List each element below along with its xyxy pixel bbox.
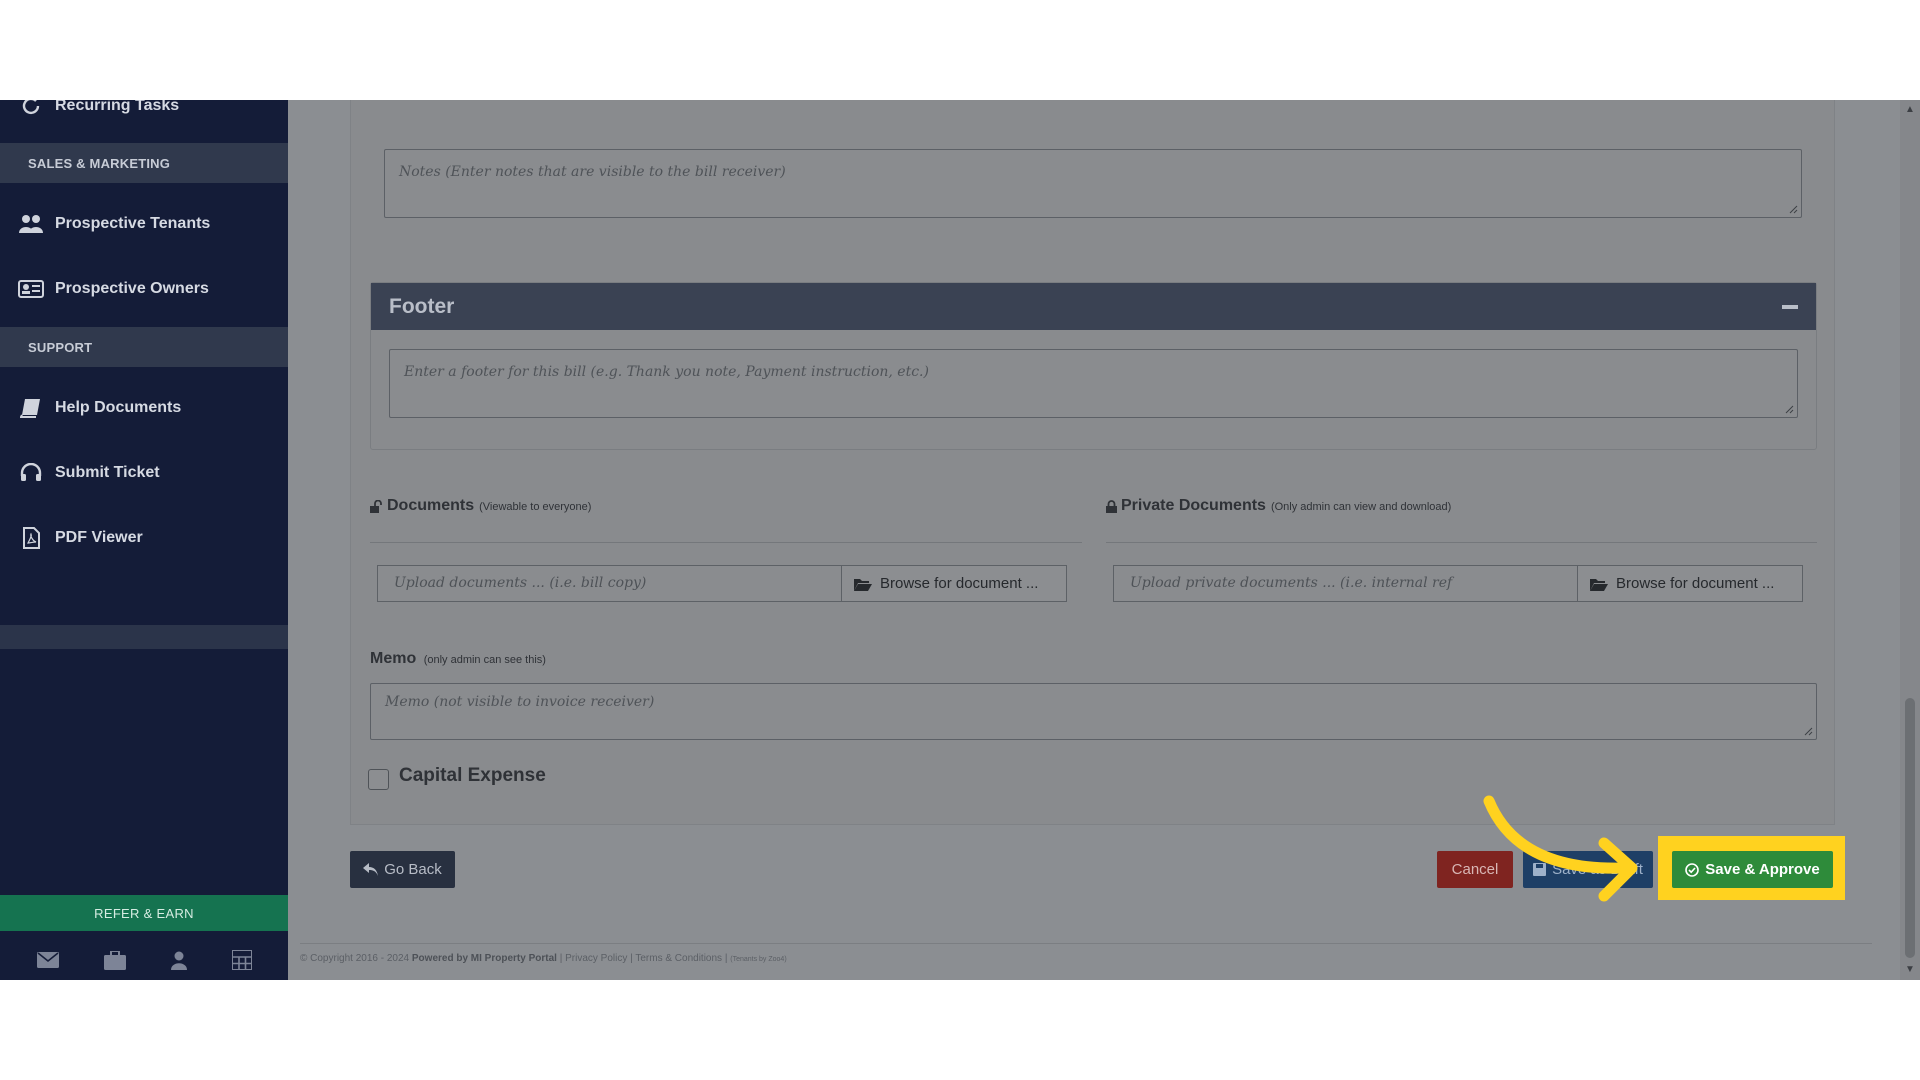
users-icon (18, 213, 44, 235)
briefcase-icon[interactable] (103, 950, 126, 970)
scrollbar-thumb[interactable] (1905, 698, 1915, 958)
sidebar-item-pdf-viewer[interactable]: PDF Viewer (0, 518, 288, 558)
sidebar-divider (0, 625, 288, 649)
recurring-icon (18, 100, 44, 117)
floppy-icon (1533, 863, 1547, 876)
go-back-button[interactable]: Go Back (350, 851, 455, 888)
go-back-label: Go Back (384, 861, 442, 878)
save-draft-label: Save as Draft (1552, 861, 1643, 878)
headset-icon (18, 462, 44, 484)
collapse-icon[interactable] (1782, 304, 1798, 309)
scroll-up-arrow-icon[interactable]: ▲ (1905, 104, 1915, 115)
user-icon[interactable] (170, 951, 187, 970)
sidebar-item-prospective-owners[interactable]: Prospective Owners (0, 269, 288, 309)
id-card-icon (18, 278, 44, 300)
documents-browse-button[interactable]: Browse for document ... (842, 565, 1067, 602)
unlock-icon (370, 499, 383, 513)
cancel-button[interactable]: Cancel (1437, 851, 1513, 888)
documents-note: (Viewable to everyone) (479, 501, 592, 513)
sidebar-bottom-toolbar (0, 940, 288, 980)
vertical-scrollbar[interactable]: ▲ ▼ (1900, 100, 1920, 980)
sidebar-item-recurring-tasks[interactable]: Recurring Tasks (0, 100, 288, 126)
memo-heading: Memo (only admin can see this) (370, 650, 546, 668)
divider (370, 542, 1082, 543)
sidebar-item-label: PDF Viewer (55, 529, 143, 546)
footer-card: Footer Enter a footer for this bill (e.g… (370, 282, 1817, 450)
footer-placeholder: Enter a footer for this bill (e.g. Thank… (404, 364, 929, 380)
sidebar-item-label: Recurring Tasks (55, 100, 180, 114)
browse-label: Browse for document ... (1616, 575, 1775, 592)
private-documents-heading: Private Documents (Only admin can view a… (1106, 497, 1451, 515)
copyright-text: © Copyright 2016 - 2024 (300, 953, 410, 964)
envelope-icon[interactable] (36, 952, 59, 968)
sidebar-item-label: Prospective Owners (55, 280, 209, 297)
resize-grip-icon[interactable] (1785, 405, 1794, 414)
pdf-file-icon (18, 527, 44, 549)
footer-textarea[interactable]: Enter a footer for this bill (e.g. Thank… (389, 349, 1798, 418)
capital-expense-checkbox[interactable] (368, 769, 389, 790)
sidebar: Recurring Tasks SALES & MARKETING Prospe… (0, 100, 288, 980)
divider (1106, 542, 1817, 543)
sidebar-item-label: Help Documents (55, 399, 182, 416)
save-approve-button[interactable]: Save & Approve (1672, 851, 1833, 888)
capital-expense-label: Capital Expense (399, 765, 546, 786)
documents-upload-input[interactable]: Upload documents ... (i.e. bill copy) (377, 565, 842, 602)
private-documents-title: Private Documents (1121, 497, 1266, 514)
terms-link[interactable]: Terms & Conditions (635, 953, 722, 964)
memo-placeholder: Memo (not visible to invoice receiver) (385, 694, 655, 710)
sidebar-item-label: Prospective Tenants (55, 215, 211, 232)
sidebar-item-help-documents[interactable]: Help Documents (0, 388, 288, 428)
resize-grip-icon[interactable] (1804, 727, 1813, 736)
main-content: Notes (Enter notes that are visible to t… (288, 100, 1900, 980)
save-approve-label: Save & Approve (1705, 861, 1820, 878)
lock-icon (1106, 499, 1117, 513)
documents-upload: Upload documents ... (i.e. bill copy) Br… (377, 565, 1067, 602)
refer-earn-button[interactable]: REFER & EARN (0, 895, 288, 931)
reply-arrow-icon (363, 863, 379, 876)
footer-divider (300, 943, 1872, 944)
privacy-policy-link[interactable]: Privacy Policy (565, 953, 627, 964)
sidebar-item-label: Submit Ticket (55, 464, 160, 481)
tenants-by-text: (Tenants by Zoo4) (730, 956, 787, 963)
private-documents-upload-input[interactable]: Upload private documents ... (i.e. inter… (1113, 565, 1578, 602)
powered-by-link[interactable]: Powered by MI Property Portal (412, 953, 557, 964)
private-documents-upload: Upload private documents ... (i.e. inter… (1113, 565, 1803, 602)
check-circle-icon (1685, 862, 1700, 877)
scroll-down-arrow-icon[interactable]: ▼ (1905, 964, 1915, 975)
sidebar-section-support: SUPPORT (0, 327, 288, 367)
memo-label: Memo (370, 650, 417, 667)
save-draft-button[interactable]: Save as Draft (1523, 851, 1653, 888)
notes-textarea[interactable]: Notes (Enter notes that are visible to t… (384, 149, 1802, 218)
sidebar-item-prospective-tenants[interactable]: Prospective Tenants (0, 204, 288, 244)
browse-label: Browse for document ... (880, 575, 1039, 592)
folder-open-icon (854, 578, 872, 591)
sidebar-item-submit-ticket[interactable]: Submit Ticket (0, 453, 288, 493)
sidebar-section-sales-marketing: SALES & MARKETING (0, 143, 288, 183)
memo-note: (only admin can see this) (423, 654, 546, 666)
footer-card-header[interactable]: Footer (371, 283, 1816, 330)
memo-textarea[interactable]: Memo (not visible to invoice receiver) (370, 683, 1817, 740)
resize-grip-icon[interactable] (1789, 205, 1798, 214)
documents-title: Documents (387, 497, 475, 514)
folder-open-icon (1590, 578, 1608, 591)
copyright-bar: © Copyright 2016 - 2024 Powered by MI Pr… (300, 953, 787, 964)
documents-heading: Documents (Viewable to everyone) (370, 497, 591, 515)
calculator-icon[interactable] (231, 950, 252, 970)
app-frame: Recurring Tasks SALES & MARKETING Prospe… (0, 100, 1920, 980)
private-documents-note: (Only admin can view and download) (1270, 501, 1452, 513)
private-documents-browse-button[interactable]: Browse for document ... (1578, 565, 1803, 602)
notes-placeholder: Notes (Enter notes that are visible to t… (399, 164, 786, 180)
footer-title: Footer (389, 294, 455, 318)
book-icon (18, 397, 44, 419)
